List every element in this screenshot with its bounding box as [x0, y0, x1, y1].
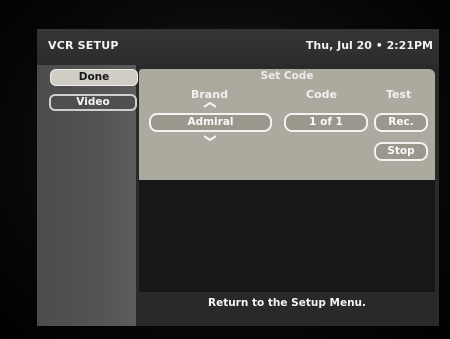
chevron-up-icon[interactable] — [203, 101, 217, 111]
content-area — [139, 180, 435, 292]
rec-button[interactable]: Rec. — [374, 113, 428, 132]
panel-title: Set Code — [260, 70, 314, 82]
set-code-panel: Set Code Brand Code Test Admiral 1 of 1 … — [139, 69, 435, 180]
video-button[interactable]: Video — [49, 94, 137, 111]
date-time: Thu, Jul 20 • 2:21PM — [305, 39, 433, 52]
chevron-down-icon[interactable] — [203, 135, 217, 144]
page-title: VCR SETUP — [48, 39, 119, 52]
test-column-header: Test — [386, 88, 412, 101]
code-column-header: Code — [306, 88, 337, 101]
done-button[interactable]: Done — [50, 69, 138, 86]
brand-selector[interactable]: Admiral — [149, 113, 272, 132]
stop-button[interactable]: Stop — [374, 142, 428, 161]
header-bar: VCR SETUP Thu, Jul 20 • 2:21PM — [37, 29, 439, 65]
help-bar: Return to the Setup Menu. — [139, 292, 435, 324]
code-selector[interactable]: 1 of 1 — [284, 113, 368, 132]
help-text: Return to the Setup Menu. — [207, 297, 367, 309]
brand-column-header: Brand — [191, 88, 228, 101]
